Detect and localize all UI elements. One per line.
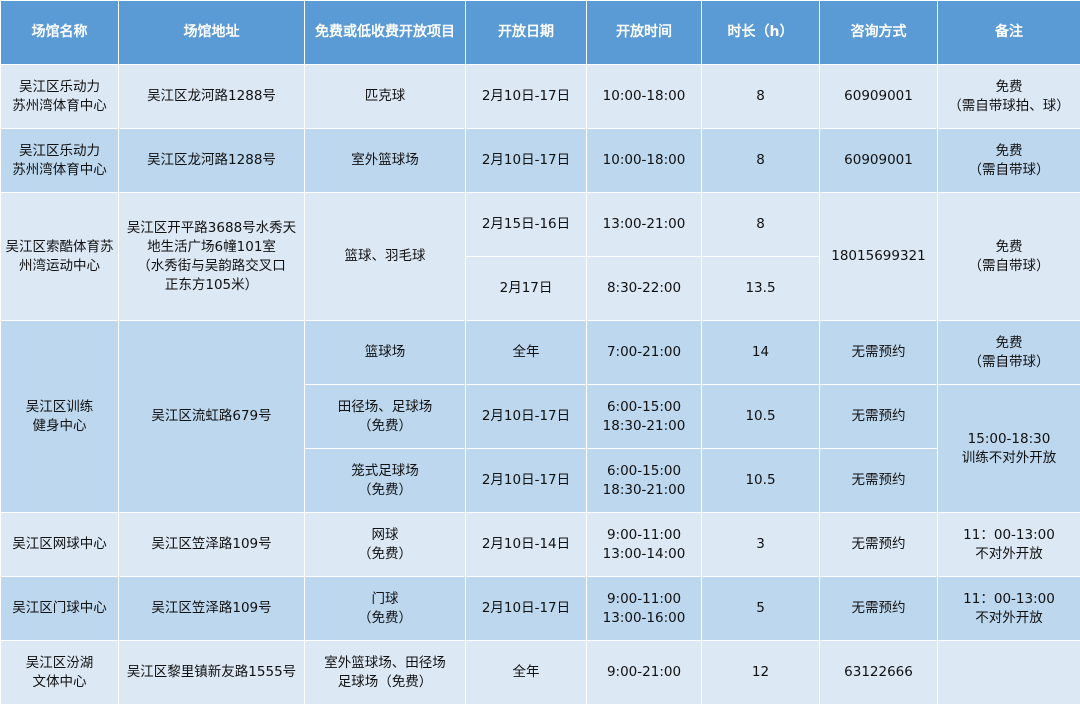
open-time: 8:30-22:00: [587, 257, 702, 321]
note: 免费 （需自带球）: [938, 321, 1080, 385]
open-item: 室外篮球场: [305, 129, 466, 193]
open-time: 7:00-21:00: [587, 321, 702, 385]
open-time: 10:00-18:00: [587, 65, 702, 129]
table-row: 吴江区门球中心 吴江区笠泽路109号 门球 （免费） 2月10日-17日 9:0…: [1, 577, 1080, 641]
note: 11：00-13:00 不对外开放: [938, 577, 1080, 641]
open-item: 匹克球: [305, 65, 466, 129]
open-date: 2月17日: [466, 257, 587, 321]
header-open-time: 开放时间: [587, 1, 702, 65]
open-time: 6:00-15:00 18:30-21:00: [587, 449, 702, 513]
open-date: 2月10日-17日: [466, 65, 587, 129]
open-time: 10:00-18:00: [587, 129, 702, 193]
venue-name: 吴江区汾湖 文体中心: [1, 641, 119, 705]
venue-name: 吴江区训练 健身中心: [1, 321, 119, 513]
contact: 63122666: [820, 641, 938, 705]
open-date: 2月10日-14日: [466, 513, 587, 577]
duration: 8: [702, 129, 820, 193]
open-date: 全年: [466, 321, 587, 385]
open-item: 笼式足球场 （免费）: [305, 449, 466, 513]
header-duration: 时长（h）: [702, 1, 820, 65]
duration: 8: [702, 193, 820, 257]
duration: 8: [702, 65, 820, 129]
duration: 10.5: [702, 449, 820, 513]
duration: 14: [702, 321, 820, 385]
table-row: 吴江区索酷体育苏 州湾运动中心 吴江区开平路3688号水秀天 地生活广场6幢10…: [1, 193, 1080, 257]
duration: 5: [702, 577, 820, 641]
note: 免费 （需自带球）: [938, 129, 1080, 193]
table-row: 吴江区乐动力 苏州湾体育中心 吴江区龙河路1288号 匹克球 2月10日-17日…: [1, 65, 1080, 129]
venue-name: 吴江区乐动力 苏州湾体育中心: [1, 129, 119, 193]
venue-address: 吴江区笠泽路109号: [119, 577, 305, 641]
open-item: 篮球场: [305, 321, 466, 385]
venue-name: 吴江区网球中心: [1, 513, 119, 577]
note: [938, 641, 1080, 705]
header-venue-name: 场馆名称: [1, 1, 119, 65]
note: 免费 （需自带球拍、球）: [938, 65, 1080, 129]
table-row: 吴江区训练 健身中心 吴江区流虹路679号 篮球场 全年 7:00-21:00 …: [1, 321, 1080, 385]
note: 15:00-18:30 训练不对外开放: [938, 385, 1080, 513]
table-row: 吴江区汾湖 文体中心 吴江区黎里镇新友路1555号 室外篮球场、田径场 足球场（…: [1, 641, 1080, 705]
duration: 12: [702, 641, 820, 705]
open-item: 篮球、羽毛球: [305, 193, 466, 321]
open-item: 门球 （免费）: [305, 577, 466, 641]
table-row: 吴江区网球中心 吴江区笠泽路109号 网球 （免费） 2月10日-14日 9:0…: [1, 513, 1080, 577]
contact: 无需预约: [820, 385, 938, 449]
open-item: 网球 （免费）: [305, 513, 466, 577]
venue-address: 吴江区黎里镇新友路1555号: [119, 641, 305, 705]
open-time: 9:00-21:00: [587, 641, 702, 705]
contact: 无需预约: [820, 321, 938, 385]
open-date: 2月15日-16日: [466, 193, 587, 257]
open-item: 室外篮球场、田径场 足球场（免费）: [305, 641, 466, 705]
open-time: 13:00-21:00: [587, 193, 702, 257]
open-time: 9:00-11:00 13:00-16:00: [587, 577, 702, 641]
venue-name: 吴江区乐动力 苏州湾体育中心: [1, 65, 119, 129]
header-contact: 咨询方式: [820, 1, 938, 65]
venue-table: 场馆名称 场馆地址 免费或低收费开放项目 开放日期 开放时间 时长（h） 咨询方…: [0, 0, 1080, 705]
venue-address: 吴江区流虹路679号: [119, 321, 305, 513]
open-time: 9:00-11:00 13:00-14:00: [587, 513, 702, 577]
note: 11：00-13:00 不对外开放: [938, 513, 1080, 577]
venue-address: 吴江区龙河路1288号: [119, 65, 305, 129]
duration: 3: [702, 513, 820, 577]
note: 免费 （需自带球）: [938, 193, 1080, 321]
open-date: 2月10日-17日: [466, 385, 587, 449]
venue-address: 吴江区开平路3688号水秀天 地生活广场6幢101室 （水秀街与吴韵路交叉口 正…: [119, 193, 305, 321]
header-open-date: 开放日期: [466, 1, 587, 65]
contact: 60909001: [820, 129, 938, 193]
contact: 无需预约: [820, 513, 938, 577]
duration: 13.5: [702, 257, 820, 321]
open-date: 2月10日-17日: [466, 577, 587, 641]
venue-name: 吴江区索酷体育苏 州湾运动中心: [1, 193, 119, 321]
header-open-items: 免费或低收费开放项目: [305, 1, 466, 65]
contact: 无需预约: [820, 577, 938, 641]
open-date: 2月10日-17日: [466, 129, 587, 193]
contact: 无需预约: [820, 449, 938, 513]
table-row: 吴江区乐动力 苏州湾体育中心 吴江区龙河路1288号 室外篮球场 2月10日-1…: [1, 129, 1080, 193]
header-row: 场馆名称 场馆地址 免费或低收费开放项目 开放日期 开放时间 时长（h） 咨询方…: [1, 1, 1080, 65]
duration: 10.5: [702, 385, 820, 449]
contact: 60909001: [820, 65, 938, 129]
venue-address: 吴江区龙河路1288号: [119, 129, 305, 193]
open-item: 田径场、足球场 （免费）: [305, 385, 466, 449]
venue-address: 吴江区笠泽路109号: [119, 513, 305, 577]
venue-name: 吴江区门球中心: [1, 577, 119, 641]
header-venue-address: 场馆地址: [119, 1, 305, 65]
contact: 18015699321: [820, 193, 938, 321]
open-date: 全年: [466, 641, 587, 705]
open-date: 2月10日-17日: [466, 449, 587, 513]
open-time: 6:00-15:00 18:30-21:00: [587, 385, 702, 449]
header-note: 备注: [938, 1, 1080, 65]
